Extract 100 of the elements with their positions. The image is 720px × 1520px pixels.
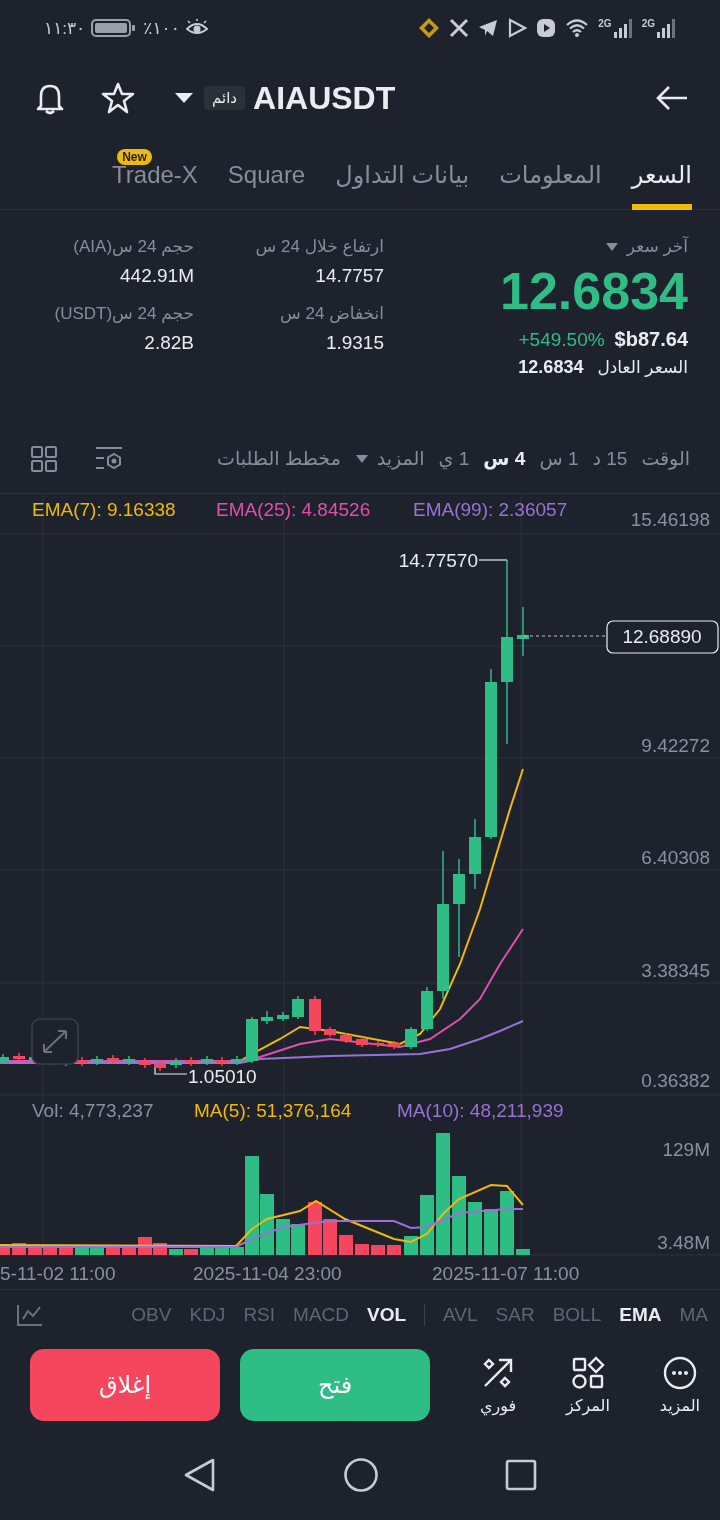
current-price-value: 12.68890	[622, 626, 702, 647]
volume-bar	[484, 1209, 498, 1255]
volume-legend: MA(10): 48,211,939	[397, 1100, 564, 1121]
depth-chart-tab[interactable]: مخطط الطلبات	[217, 447, 341, 470]
candle	[292, 995, 304, 1020]
tab[interactable]: Trade-X New	[112, 139, 198, 210]
volume-axis-label: 129M	[662, 1139, 710, 1160]
action-button[interactable]: فوري	[480, 1355, 517, 1415]
indicator-tab[interactable]: KDJ	[189, 1304, 226, 1326]
symbol-title: AIAUSDT	[253, 79, 396, 117]
volume-bar	[468, 1202, 482, 1255]
price-axis-label: 3.38345	[641, 960, 710, 981]
volume-bar	[106, 1245, 120, 1255]
indicator-tab[interactable]: EMA	[619, 1304, 662, 1326]
candle	[388, 1040, 400, 1050]
candle	[405, 1026, 417, 1050]
candle	[216, 1056, 228, 1067]
candle	[246, 1016, 258, 1064]
candle	[170, 1057, 182, 1069]
candle	[201, 1055, 213, 1066]
favorite-star-icon[interactable]	[100, 80, 136, 116]
paper-plane-icon	[478, 19, 499, 37]
battery-percent: ٪١٠٠	[143, 17, 180, 39]
play-button-icon	[536, 18, 557, 38]
volume-bar	[500, 1191, 514, 1255]
candle	[154, 1059, 166, 1072]
time-axis-label: 5-11-02 11:00	[0, 1263, 116, 1285]
more-icon	[662, 1355, 697, 1390]
eye-icon	[185, 19, 208, 37]
tab[interactable]: بيانات التداول	[335, 139, 470, 210]
open-position-button[interactable]: فتح	[240, 1349, 430, 1421]
fair-price-value: 12.6834	[518, 357, 584, 379]
price-axis-label: 6.40308	[641, 847, 710, 868]
volume-bar	[0, 1247, 10, 1255]
stat-label: انخفاض 24 س	[280, 303, 384, 324]
action-button[interactable]: المركز	[566, 1355, 610, 1415]
fullscreen-icon[interactable]	[31, 1018, 79, 1065]
low-price-label: 1.05010	[188, 1066, 257, 1087]
volume-bar	[291, 1224, 305, 1255]
price-type-dropdown[interactable]: آخر سعر	[604, 236, 688, 257]
indicator-tab[interactable]: VOL	[367, 1304, 407, 1326]
stat-label: ارتفاع خلال 24 س	[255, 236, 384, 257]
new-badge: New	[117, 148, 152, 165]
time-axis-label: 2025-11-07 11:00	[432, 1263, 580, 1285]
price-change: +549.50%	[518, 329, 605, 352]
indicator-chart-icon[interactable]	[16, 1303, 44, 1327]
stat-value: 14.7757	[315, 265, 384, 287]
indicator-tab[interactable]: MACD	[293, 1304, 349, 1326]
signal-icon	[612, 18, 633, 38]
signal-icon	[656, 18, 676, 38]
more-dropdown[interactable]: المزيد	[354, 447, 425, 470]
ema-legend: EMA(7): 9.16338	[32, 499, 176, 520]
volume-bar	[122, 1245, 136, 1255]
low-leader-line	[154, 1067, 188, 1075]
candle	[231, 1055, 243, 1066]
action-button[interactable]: المزيد	[659, 1355, 700, 1415]
candle	[261, 1010, 273, 1025]
indicator-tab[interactable]: OBV	[131, 1304, 172, 1326]
candle	[309, 995, 321, 1036]
candle	[0, 1053, 9, 1065]
volume-legend: Vol: 4,773,237	[32, 1100, 154, 1121]
volume-bar	[355, 1244, 369, 1255]
ema-legend: EMA(25): 4.84526	[216, 499, 371, 520]
interval-tab[interactable]: 15 د	[592, 447, 628, 470]
close-position-button[interactable]: إغلاق	[30, 1349, 220, 1421]
play-icon	[507, 18, 528, 38]
wifi-icon	[565, 18, 590, 38]
indicator-tab[interactable]: BOLL	[552, 1304, 602, 1326]
status-time: ١١:٣٠	[44, 17, 86, 39]
interval-tab[interactable]: 1 س	[539, 447, 579, 470]
indicator-tab[interactable]: RSI	[243, 1304, 276, 1326]
candle	[372, 1040, 384, 1048]
interval-tab[interactable]: 1 ي	[438, 447, 470, 470]
shapes-icon	[570, 1355, 605, 1390]
tab[interactable]: المعلومات	[499, 139, 602, 210]
caret-down-icon	[174, 91, 194, 105]
back-nav-icon[interactable]	[183, 1457, 217, 1493]
grid-icon[interactable]	[30, 444, 58, 473]
candle	[139, 1057, 151, 1069]
indicator-tab[interactable]: MA	[679, 1304, 708, 1326]
indicator-tab[interactable]: SAR	[495, 1304, 535, 1326]
home-nav-icon[interactable]	[343, 1457, 379, 1493]
tab[interactable]: السعر	[631, 139, 692, 210]
price-axis-label: 9.42272	[641, 735, 710, 756]
battery-icon	[91, 18, 138, 38]
indicator-tab[interactable]: AVL	[443, 1304, 478, 1326]
network-type-label: 2G	[598, 18, 612, 29]
volume-bar	[276, 1219, 290, 1255]
recents-nav-icon[interactable]	[505, 1459, 537, 1491]
candle	[421, 986, 433, 1032]
candle	[356, 1036, 368, 1048]
stat-value: 1.9315	[325, 332, 384, 354]
high-price-label: 14.77570	[398, 550, 478, 571]
volume-axis-label: 3.48M	[657, 1232, 710, 1253]
candle	[277, 1011, 289, 1022]
tab[interactable]: Square	[227, 139, 306, 210]
interval-tab[interactable]: 4 س	[483, 447, 526, 470]
x-icon	[449, 18, 470, 38]
last-price: 12.6834	[500, 263, 688, 321]
candle	[76, 1056, 88, 1067]
